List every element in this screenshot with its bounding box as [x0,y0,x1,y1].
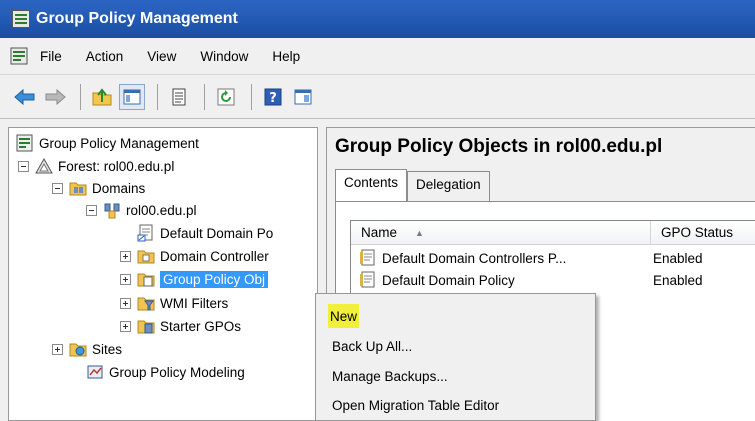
show-hide-tree-button[interactable] [119,83,145,110]
forest-icon [35,157,53,174]
tab-contents[interactable]: Contents [335,169,408,201]
menu-window[interactable]: Window [200,49,248,64]
context-menu-open-migration-table-editor[interactable]: Open Migration Table Editor [332,393,499,417]
menu-help[interactable]: Help [272,49,300,64]
refresh-icon [217,88,235,105]
expand-toggle[interactable] [120,273,131,285]
tree-item-group-policy-objects[interactable]: Group Policy Obj [120,268,269,290]
gpo-link-icon [137,224,153,242]
tree-item-wmi-filters[interactable]: WMI Filters [120,292,228,314]
gpo-name: Default Domain Policy [382,272,515,288]
pane-title: Group Policy Objects in rol00.edu.pl [335,136,663,157]
menu-action[interactable]: Action [86,49,124,64]
context-menu: New Back Up All... Manage Backups... Ope… [315,293,596,421]
wmi-filter-icon [137,297,155,311]
system-menu-icon[interactable] [10,47,28,65]
sort-ascending-icon: ▲ [415,227,424,238]
window-title: Group Policy Management [36,10,238,27]
console-tree: Group Policy Management Forest: rol00.ed… [8,127,318,421]
tree-item-domain-controllers[interactable]: Domain Controller [120,245,269,267]
properties-button[interactable] [166,84,192,110]
gpo-name: Default Domain Controllers P... [382,250,567,266]
tree-item-forest[interactable]: Forest: rol00.edu.pl [18,155,174,177]
help-icon: ? [264,88,282,106]
forward-arrow-icon [45,88,66,105]
gpo-icon [360,249,375,266]
expand-toggle[interactable] [120,320,131,332]
tree-item-default-domain-policy[interactable]: Default Domain Po [137,222,273,244]
tree-item-sites[interactable]: Sites [52,338,122,360]
toolbar-separator [204,83,205,110]
modeling-icon [87,365,103,379]
gpm-app-icon [12,10,30,28]
collapse-toggle[interactable] [86,204,97,216]
context-menu-back-up-all[interactable]: Back Up All... [332,334,412,358]
up-one-level-button[interactable] [89,84,115,110]
svg-text:?: ? [269,91,277,106]
column-header-gpo-status[interactable]: GPO Status [651,221,755,245]
tree-item-root[interactable]: Group Policy Management [16,132,199,154]
domain-icon [104,203,120,219]
expand-toggle[interactable] [120,250,131,262]
tree-item-starter-gpos[interactable]: Starter GPOs [120,315,241,337]
console-view-button[interactable] [290,84,316,110]
properties-icon [172,88,186,105]
gpo-icon [360,271,375,288]
menu-view[interactable]: View [147,49,176,64]
console-icon [294,89,312,104]
tree-item-domains[interactable]: Domains [52,177,145,199]
domains-folder-icon [69,182,87,196]
toolbar-separator [251,83,252,110]
menu-file[interactable]: File [40,49,62,64]
tree-item-group-policy-modeling[interactable]: Group Policy Modeling [86,361,245,383]
help-button[interactable]: ? [260,84,286,110]
gpo-status: Enabled [653,250,703,266]
show-tree-icon [123,89,141,104]
gpo-folder-icon [137,273,155,287]
title-bar: Group Policy Management [0,0,755,38]
context-menu-new[interactable]: New [328,304,360,328]
expand-toggle[interactable] [120,297,131,309]
expand-toggle[interactable] [52,343,63,355]
toolbar: ? [0,75,755,119]
ou-folder-icon [137,250,155,264]
gpo-status: Enabled [653,272,703,288]
refresh-button[interactable] [213,84,239,110]
toolbar-separator [80,83,81,110]
tab-strip: Contents Delegation [335,169,490,201]
up-folder-icon [92,87,112,105]
starter-gpo-folder-icon [137,320,155,334]
gpm-console-icon [16,134,33,152]
tab-delegation[interactable]: Delegation [407,171,490,201]
context-menu-manage-backups[interactable]: Manage Backups... [332,364,448,388]
table-row[interactable]: Default Domain Controllers P... Enabled [351,247,755,269]
sites-folder-icon [69,343,87,357]
collapse-toggle[interactable] [52,182,63,194]
tree-item-domain[interactable]: rol00.edu.pl [86,199,197,221]
menu-bar: File Action View Window Help [0,38,755,75]
collapse-toggle[interactable] [18,160,29,172]
back-button[interactable] [12,84,38,110]
table-row[interactable]: Default Domain Policy Enabled [351,269,755,291]
toolbar-separator [157,83,158,110]
column-header-name[interactable]: Name ▲ [351,221,651,245]
back-arrow-icon [14,88,35,105]
forward-button[interactable] [42,84,68,110]
